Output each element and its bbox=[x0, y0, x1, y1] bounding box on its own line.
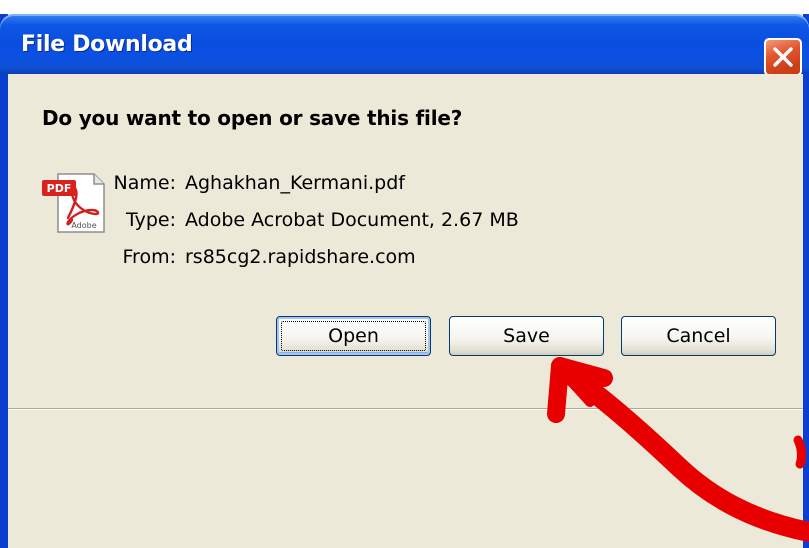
pdf-badge-label: PDF bbox=[47, 182, 72, 195]
file-source-row: From: rs85cg2.rapidshare.com bbox=[88, 246, 416, 268]
screenshot-stage: File Download Do you want to open or sav… bbox=[0, 0, 809, 548]
window-title: File Download bbox=[21, 32, 193, 57]
file-source-label: From: bbox=[122, 246, 176, 268]
file-source-value: rs85cg2.rapidshare.com bbox=[185, 246, 416, 268]
file-type-row: Type: Adobe Acrobat Document, 2.67 MB bbox=[88, 209, 519, 231]
file-name-label: Name: bbox=[113, 172, 176, 194]
close-icon bbox=[773, 47, 793, 67]
close-button[interactable] bbox=[764, 38, 802, 76]
dialog-body: Do you want to open or save this file? P… bbox=[8, 74, 803, 548]
file-name-value: Aghakhan_Kermani.pdf bbox=[185, 172, 405, 194]
open-button-label: Open bbox=[328, 325, 379, 347]
save-button[interactable]: Save bbox=[449, 316, 604, 356]
save-button-label: Save bbox=[503, 325, 550, 347]
cancel-button-label: Cancel bbox=[666, 325, 731, 347]
file-type-value: Adobe Acrobat Document, 2.67 MB bbox=[185, 209, 519, 231]
title-bar[interactable]: File Download bbox=[0, 14, 809, 76]
file-type-label: Type: bbox=[125, 209, 176, 231]
dialog-separator bbox=[8, 408, 803, 410]
file-name-row: Name: Aghakhan_Kermani.pdf bbox=[88, 172, 405, 194]
cancel-button[interactable]: Cancel bbox=[621, 316, 776, 356]
open-button[interactable]: Open bbox=[276, 316, 431, 356]
dialog-question: Do you want to open or save this file? bbox=[42, 106, 463, 130]
